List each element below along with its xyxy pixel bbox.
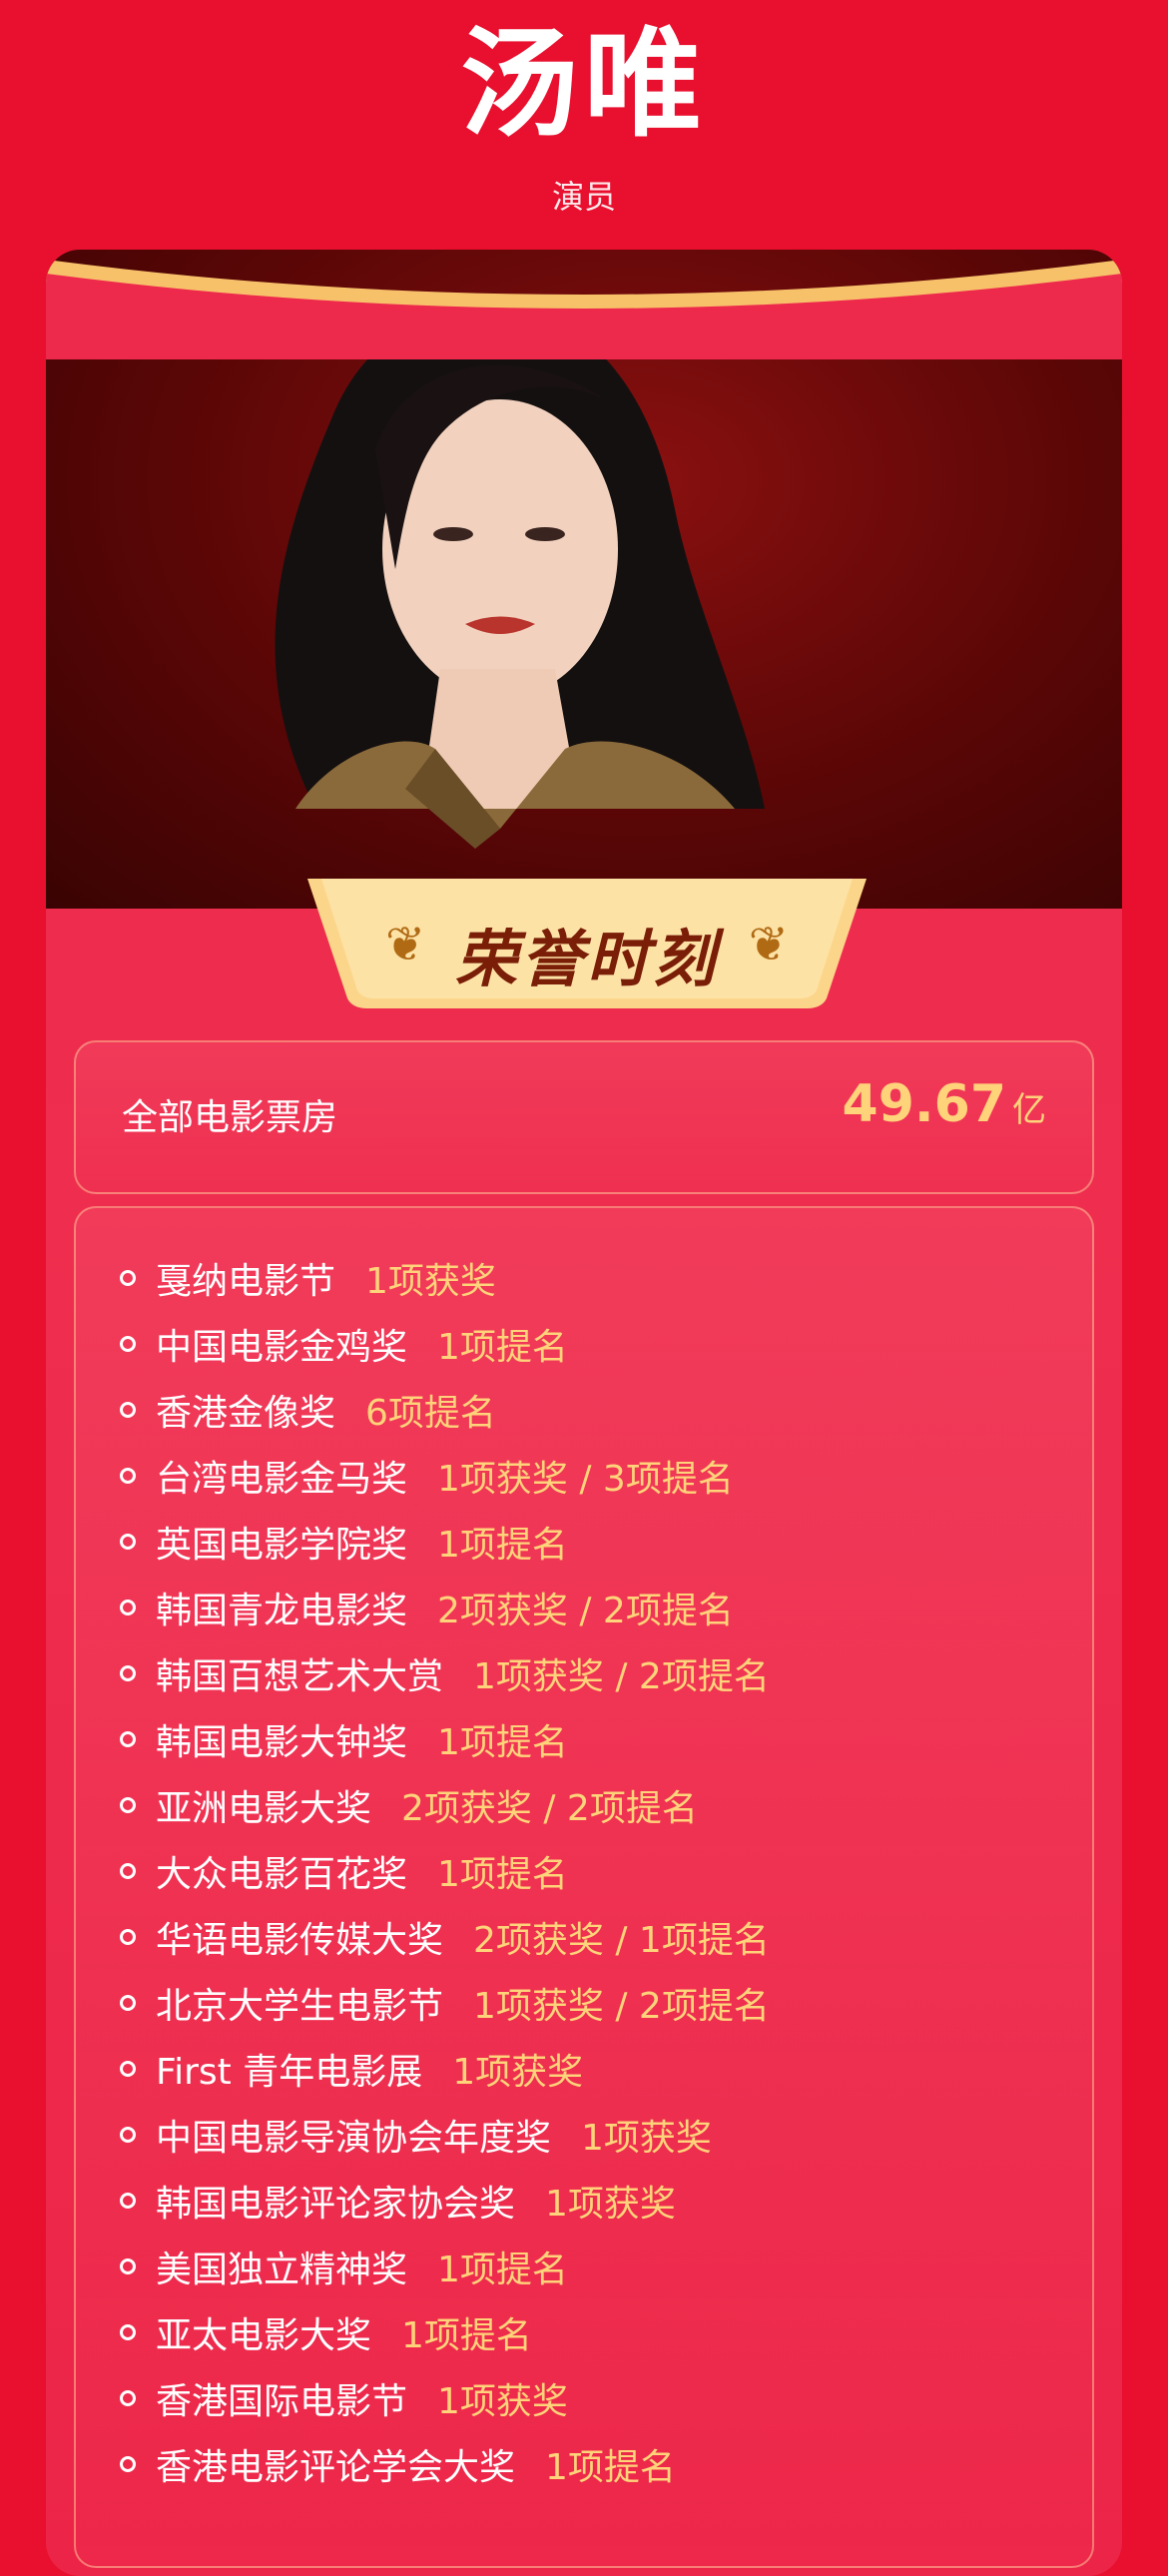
award-result: 1项提名 <box>437 1525 568 1566</box>
award-name: 美国独立精神奖 <box>156 2250 408 2290</box>
award-row: 香港金像奖 6项提名 <box>120 1380 496 1440</box>
box-office-number: 49.67 <box>842 1074 1006 1134</box>
box-office-label: 全部电影票房 <box>122 1097 338 1138</box>
bullet-icon <box>120 1665 136 1681</box>
award-name: 华语电影传媒大奖 <box>156 1920 444 1961</box>
bullet-icon <box>120 1468 136 1484</box>
award-row: 韩国电影大钟奖 1项提名 <box>120 1709 568 1769</box>
award-result: 1项提名 <box>545 2447 676 2488</box>
bullet-icon <box>120 1995 136 2011</box>
award-result: 1项获奖 <box>452 2052 584 2093</box>
bullet-icon <box>120 2127 136 2143</box>
award-row: 中国电影导演协会年度奖 1项获奖 <box>120 2105 712 2165</box>
award-result: 1项获奖 / 2项提名 <box>473 1656 770 1697</box>
role-subtitle: 演员 <box>551 178 616 216</box>
award-result: 1项提名 <box>401 2315 532 2356</box>
award-name: 亚太电影大奖 <box>156 2315 372 2356</box>
award-result: 1项提名 <box>437 2250 568 2290</box>
award-name: First 青年电影展 <box>156 2052 423 2093</box>
award-row: 大众电影百花奖 1项提名 <box>120 1841 568 1901</box>
award-name: 亚洲电影大奖 <box>156 1788 372 1829</box>
award-result: 1项提名 <box>437 1854 568 1895</box>
awards-panel: 戛纳电影节 1项获奖 中国电影金鸡奖 1项提名 香港金像奖 6项提名 台湾电影金马奖 1项获奖… <box>74 1206 1094 2568</box>
award-row: 美国独立精神奖 1项提名 <box>120 2237 568 2296</box>
award-result: 2项获奖 / 2项提名 <box>401 1788 698 1829</box>
award-name: 韩国电影评论家协会奖 <box>156 2184 516 2225</box>
award-name: 韩国百想艺术大赏 <box>156 1656 444 1697</box>
award-name: 香港电影评论学会大奖 <box>156 2447 516 2488</box>
award-row: 北京大学生电影节 1项获奖 / 2项提名 <box>120 1973 770 2033</box>
award-result: 1项获奖 / 2项提名 <box>473 1986 770 2027</box>
award-name: 中国电影导演协会年度奖 <box>156 2118 552 2159</box>
banner-label: 荣誉时刻 <box>454 923 719 995</box>
bullet-icon <box>120 1336 136 1352</box>
bullet-icon <box>120 1534 136 1550</box>
award-name: 英国电影学院奖 <box>156 1525 408 1566</box>
award-row: 台湾电影金马奖 1项获奖 / 3项提名 <box>120 1446 734 1506</box>
award-result: 1项获奖 / 3项提名 <box>437 1459 734 1500</box>
award-row: 香港电影评论学会大奖 1项提名 <box>120 2434 676 2494</box>
bullet-icon <box>120 1929 136 1945</box>
award-row: First 青年电影展 1项获奖 <box>120 2039 583 2099</box>
award-result: 1项获奖 <box>545 2184 676 2225</box>
bullet-icon <box>120 2258 136 2274</box>
award-row: 韩国百想艺术大赏 1项获奖 / 2项提名 <box>120 1643 770 1703</box>
page-title: 汤唯 <box>459 15 708 153</box>
award-name: 香港金像奖 <box>156 1393 336 1434</box>
award-result: 6项提名 <box>365 1393 496 1434</box>
award-row: 戛纳电影节 1项获奖 <box>120 1248 496 1308</box>
award-result: 1项提名 <box>437 1722 568 1763</box>
award-row: 亚洲电影大奖 2项获奖 / 2项提名 <box>120 1775 698 1835</box>
bullet-icon <box>120 2061 136 2077</box>
bullet-icon <box>120 1863 136 1879</box>
bullet-icon <box>120 1731 136 1747</box>
award-result: 2项获奖 / 1项提名 <box>473 1920 770 1961</box>
award-row: 韩国青龙电影奖 2项获奖 / 2项提名 <box>120 1578 734 1637</box>
bullet-icon <box>120 1600 136 1615</box>
award-name: 香港国际电影节 <box>156 2381 408 2422</box>
award-name: 大众电影百花奖 <box>156 1854 408 1895</box>
award-name: 台湾电影金马奖 <box>156 1459 408 1500</box>
award-result: 1项提名 <box>437 1327 568 1368</box>
award-row: 香港国际电影节 1项获奖 <box>120 2368 568 2428</box>
bullet-icon <box>120 1797 136 1813</box>
award-result: 2项获奖 / 2项提名 <box>437 1591 734 1631</box>
award-result: 1项获奖 <box>437 2381 568 2422</box>
bullet-icon <box>120 2324 136 2340</box>
bullet-icon <box>120 2456 136 2472</box>
award-row: 英国电影学院奖 1项提名 <box>120 1512 568 1572</box>
award-name: 韩国青龙电影奖 <box>156 1591 408 1631</box>
award-result: 1项获奖 <box>581 2118 712 2159</box>
box-office-unit: 亿 <box>1012 1090 1046 1130</box>
award-row: 华语电影传媒大奖 2项获奖 / 1项提名 <box>120 1907 770 1967</box>
award-name: 中国电影金鸡奖 <box>156 1327 408 1368</box>
bullet-icon <box>120 1402 136 1418</box>
award-row: 中国电影金鸡奖 1项提名 <box>120 1314 568 1374</box>
award-name: 戛纳电影节 <box>156 1261 336 1302</box>
award-row: 韩国电影评论家协会奖 1项获奖 <box>120 2171 676 2231</box>
award-name: 韩国电影大钟奖 <box>156 1722 408 1763</box>
award-result: 1项获奖 <box>365 1261 496 1302</box>
box-office-panel: 全部电影票房 49.67 亿 <box>74 1040 1094 1194</box>
box-office-value: 49.67 亿 <box>843 1074 1046 1134</box>
honor-banner: ❦ ❦ 荣誉时刻 <box>307 879 867 1008</box>
portrait-photo <box>46 250 1122 909</box>
bullet-icon <box>120 2390 136 2406</box>
award-name: 北京大学生电影节 <box>156 1986 444 2027</box>
profile-card: ❦ ❦ 荣誉时刻 全部电影票房 49.67 亿 戛纳电影节 1项获奖 中国电影金鸡奖 1… <box>46 250 1122 2576</box>
award-row: 亚太电影大奖 1项提名 <box>120 2302 532 2362</box>
bullet-icon <box>120 1270 136 1286</box>
bullet-icon <box>120 2193 136 2209</box>
